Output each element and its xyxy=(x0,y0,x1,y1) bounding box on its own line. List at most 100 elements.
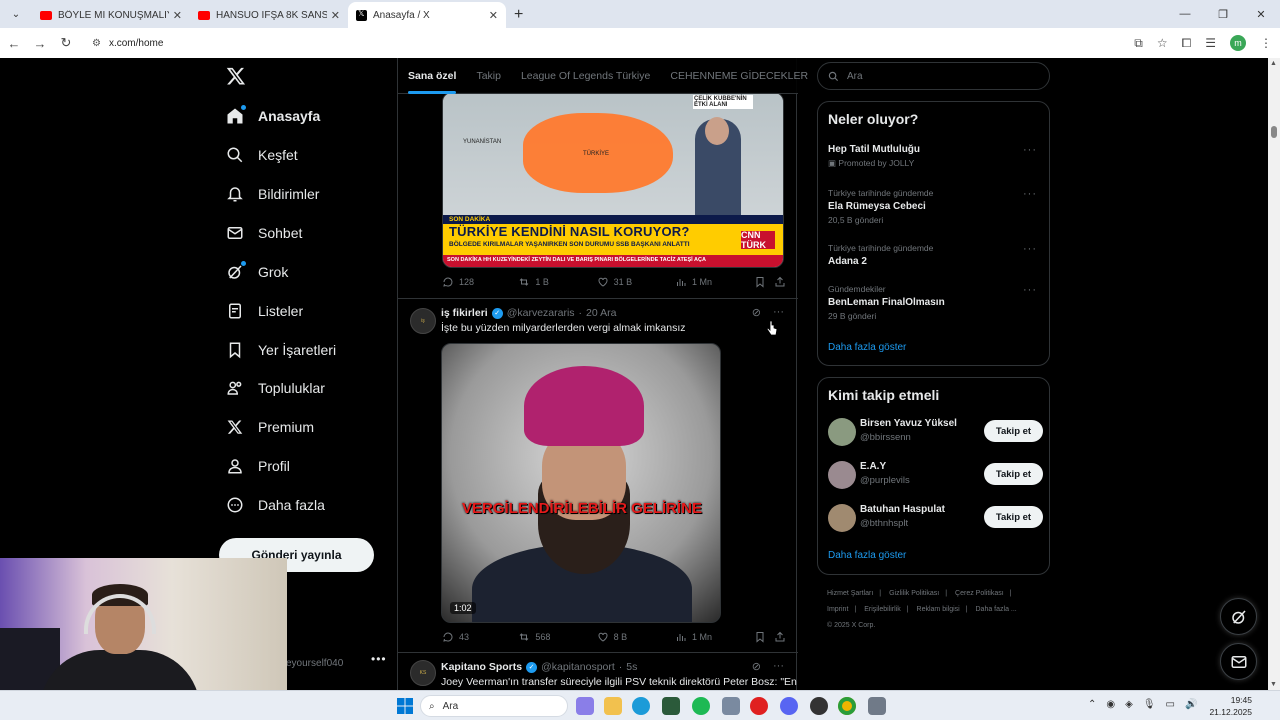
author-handle[interactable]: @karvezararis xyxy=(507,307,575,319)
trend-more-icon[interactable]: ··· xyxy=(1023,144,1037,156)
author-name[interactable]: iş fikirleri xyxy=(441,307,488,319)
tweet-date[interactable]: 20 Ara xyxy=(586,307,616,319)
calculator-icon[interactable] xyxy=(868,697,886,715)
author-name[interactable]: Kapitano Sports xyxy=(441,661,522,673)
trend-more-icon[interactable]: ··· xyxy=(1023,243,1037,255)
store-icon[interactable] xyxy=(662,697,680,715)
nav-profile[interactable]: Profil xyxy=(226,454,290,478)
account-handle[interactable]: eyourself040 xyxy=(286,658,343,669)
repost-button[interactable]: 1 B xyxy=(518,276,596,288)
volume-icon[interactable]: 🔊 xyxy=(1185,699,1197,710)
close-window-icon[interactable]: ✕ xyxy=(1242,8,1280,21)
reply-button[interactable]: 43 xyxy=(442,631,518,643)
trend-item[interactable]: Gündemdekiler BenLeman FinalOlmasın 29 B… xyxy=(828,284,1043,321)
reload-icon[interactable]: ↻ xyxy=(54,35,78,51)
browser-menu-icon[interactable]: ⋮ xyxy=(1260,36,1272,50)
avatar[interactable] xyxy=(828,418,856,446)
avatar[interactable]: KS xyxy=(410,660,436,686)
tab-list-cehenneme[interactable]: CEHENNEME GİDECEKLER xyxy=(660,58,818,94)
nav-communities[interactable]: Topluluklar xyxy=(226,376,325,400)
tweet-more-icon[interactable]: ··· xyxy=(773,306,784,319)
media-controls-icon[interactable]: ☰ xyxy=(1205,36,1216,50)
browser-tab[interactable]: HANSUO İFŞA 8K SANSÜRSÜZ ✕ xyxy=(190,2,348,28)
taskbar-search[interactable]: ⌕ Ara xyxy=(420,695,568,717)
edge-icon[interactable] xyxy=(632,697,650,715)
scrollbar-thumb[interactable] xyxy=(1271,126,1277,138)
grok-explain-icon[interactable]: ⊘ xyxy=(752,306,761,319)
discord-icon[interactable] xyxy=(780,697,798,715)
x-logo-icon[interactable] xyxy=(226,66,246,86)
nav-notifications[interactable]: Bildirimler xyxy=(226,182,319,206)
nav-more[interactable]: Daha fazla xyxy=(226,493,325,517)
views-button[interactable]: 1 Mn xyxy=(675,631,754,643)
nav-lists[interactable]: Listeler xyxy=(226,299,303,323)
search-input[interactable]: Ara xyxy=(817,62,1050,90)
close-tab-icon[interactable]: ✕ xyxy=(173,9,182,22)
tweet-date[interactable]: 5s xyxy=(626,661,637,673)
trend-more-icon[interactable]: ··· xyxy=(1023,188,1037,200)
back-icon[interactable]: ← xyxy=(2,36,26,51)
avatar[interactable] xyxy=(828,504,856,532)
tweet-media-image[interactable]: YUNANİSTAN TÜRKİYE ÇELİK KUBBE'NİN ETKİ … xyxy=(442,92,784,268)
trend-item[interactable]: Türkiye tarihinde gündemde Adana 2 ··· xyxy=(828,243,1043,267)
tab-for-you[interactable]: Sana özel xyxy=(398,58,466,94)
tweet-video[interactable]: VERGİLENDİRİLEBİLİR GELİRİNE 1:02 xyxy=(441,343,721,623)
footer-link[interactable]: Imprint xyxy=(827,606,848,613)
grok-fab-button[interactable] xyxy=(1220,598,1257,635)
footer-link[interactable]: Gizlilik Politikası xyxy=(889,590,939,597)
close-tab-icon[interactable]: ✕ xyxy=(331,9,340,22)
restore-icon[interactable]: ❐ xyxy=(1204,8,1242,21)
tab-list-lol[interactable]: League Of Legends Türkiye xyxy=(511,58,660,94)
new-tab-icon[interactable]: + xyxy=(514,6,523,24)
scroll-down-icon[interactable]: ▼ xyxy=(1270,681,1277,688)
author-handle[interactable]: @kapitanosport xyxy=(541,661,615,673)
footer-link[interactable]: Çerez Politikası xyxy=(955,590,1004,597)
site-info-icon[interactable]: ⚙ xyxy=(92,38,101,49)
footer-link[interactable]: Hizmet Şartları xyxy=(827,590,873,597)
bookmark-button[interactable] xyxy=(754,631,774,643)
follow-button[interactable]: Takip et xyxy=(984,420,1043,442)
browser-tab[interactable]: BÖYLE Mİ KONUŞMALIYIZ KON ✕ xyxy=(32,2,190,28)
app-icon[interactable] xyxy=(722,697,740,715)
like-button[interactable]: 8 B xyxy=(597,631,675,643)
nav-chat[interactable]: Sohbet xyxy=(226,221,302,245)
follow-button[interactable]: Takip et xyxy=(984,463,1043,485)
show-more-link[interactable]: Daha fazla göster xyxy=(828,342,906,353)
taskbar-clock[interactable]: 19:45 21.12.2025 xyxy=(1209,694,1252,718)
footer-link[interactable]: Reklam bilgisi xyxy=(917,606,960,613)
forward-icon[interactable]: → xyxy=(28,36,52,51)
messages-fab-button[interactable] xyxy=(1220,643,1257,680)
network-icon[interactable]: ▭ xyxy=(1166,699,1175,710)
browser-tab-active[interactable]: Anasayfa / X ✕ xyxy=(348,2,506,28)
trend-item[interactable]: Türkiye tarihinde gündemde Ela Rümeysa C… xyxy=(828,188,1043,225)
app-icon[interactable] xyxy=(810,697,828,715)
spotify-icon[interactable] xyxy=(692,697,710,715)
show-more-link[interactable]: Daha fazla göster xyxy=(828,550,906,561)
trend-item[interactable]: Hep Tatil Mutluluğu ▣ Promoted by JOLLY … xyxy=(828,144,1043,169)
windows-start-icon[interactable] xyxy=(396,697,414,715)
nav-premium[interactable]: Premium xyxy=(226,415,314,439)
reply-button[interactable]: 128 xyxy=(442,276,518,288)
copilot-icon[interactable] xyxy=(576,697,594,715)
youtube-icon[interactable] xyxy=(750,697,768,715)
scroll-up-icon[interactable]: ▲ xyxy=(1270,60,1277,67)
share-button[interactable] xyxy=(774,276,788,288)
file-explorer-icon[interactable] xyxy=(604,697,622,715)
tab-following[interactable]: Takip xyxy=(466,58,511,94)
trend-more-icon[interactable]: ··· xyxy=(1023,284,1037,296)
footer-link[interactable]: Erişilebilirlik xyxy=(864,606,901,613)
follow-suggestion[interactable]: Birsen Yavuz Yüksel @bbirssenn Takip et xyxy=(828,416,1043,448)
views-button[interactable]: 1 Mn xyxy=(675,276,754,288)
minimize-icon[interactable]: — xyxy=(1166,8,1204,20)
url-field[interactable]: ⚙ x.com/home xyxy=(92,38,163,49)
like-button[interactable]: 31 B xyxy=(597,276,675,288)
avatar[interactable] xyxy=(828,461,856,489)
repost-button[interactable]: 568 xyxy=(518,631,596,643)
follow-suggestion[interactable]: E.A.Y @purplevils Takip et xyxy=(828,459,1043,491)
tab-list-dropdown-icon[interactable]: ⌄ xyxy=(4,2,28,26)
tray-app-icon[interactable]: ◉ xyxy=(1106,699,1115,710)
close-tab-icon[interactable]: ✕ xyxy=(489,9,498,22)
follow-suggestion[interactable]: Batuhan Haspulat @bthnhsplt Takip et xyxy=(828,502,1043,534)
bookmark-button[interactable] xyxy=(754,276,774,288)
footer-link[interactable]: Daha fazla ... xyxy=(976,606,1017,613)
